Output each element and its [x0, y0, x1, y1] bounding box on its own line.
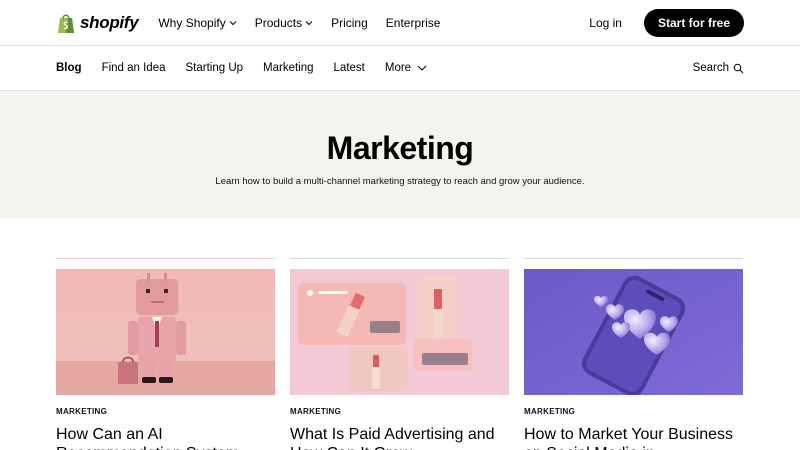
page-subtitle: Learn how to build a multi-channel marke… [215, 176, 585, 187]
chevron-down-icon [229, 20, 237, 25]
subnav-more-label: More [384, 62, 412, 74]
top-navigation: shopify Why Shopify Products Pricing Ent… [0, 0, 800, 46]
subnav-more[interactable]: More [385, 62, 427, 74]
subnav-latest[interactable]: Latest [334, 62, 365, 74]
header-actions: Log in Start for free [589, 8, 744, 37]
article-category: MARKETING [56, 407, 108, 416]
nav-products-label: Products [254, 15, 303, 30]
subnav-find-an-idea[interactable]: Find an Idea [102, 62, 166, 74]
article-grid: MARKETING How Can an AI Recommendation S… [0, 258, 800, 450]
logo-wordmark: shopify [80, 12, 139, 32]
article-category: MARKETING [524, 407, 576, 416]
chevron-down-icon [305, 20, 313, 25]
page-title: Marketing [326, 130, 474, 166]
article-title[interactable]: How Can an AI Recommendation System [56, 425, 275, 450]
category-hero: Marketing Learn how to build a multi-cha… [0, 91, 800, 218]
article-image-phone-hearts[interactable] [524, 269, 743, 395]
nav-enterprise-label: Enterprise [385, 15, 441, 30]
article-title[interactable]: What Is Paid Advertising and How Can It … [290, 425, 509, 450]
article-card[interactable]: MARKETING How Can an AI Recommendation S… [56, 258, 275, 450]
shopify-bag-icon [56, 12, 76, 34]
search-icon [733, 63, 744, 73]
article-category: MARKETING [290, 407, 342, 416]
article-title[interactable]: How to Market Your Business on Social Me… [524, 425, 743, 450]
chevron-down-icon [417, 65, 427, 71]
nav-why-shopify[interactable]: Why Shopify [158, 15, 237, 30]
shopify-logo[interactable]: shopify [56, 12, 139, 34]
subnav-starting-up[interactable]: Starting Up [186, 62, 244, 74]
article-card[interactable]: MARKETING How to Market Your Business on… [524, 258, 743, 450]
search-label: Search [692, 62, 729, 74]
nav-pricing-label: Pricing [331, 15, 368, 30]
nav-why-shopify-label: Why Shopify [158, 15, 226, 30]
blog-subnav: Blog Find an Idea Starting Up Marketing … [0, 46, 800, 91]
login-link[interactable]: Log in [589, 16, 622, 30]
article-image-lipstick[interactable] [290, 269, 509, 395]
article-image-robot[interactable] [56, 269, 275, 395]
nav-enterprise[interactable]: Enterprise [386, 16, 441, 30]
article-card[interactable]: MARKETING What Is Paid Advertising and H… [290, 258, 509, 450]
primary-nav: Why Shopify Products Pricing Enterprise [158, 16, 458, 30]
search-button[interactable]: Search [693, 62, 744, 74]
start-for-free-button[interactable]: Start for free [643, 8, 744, 37]
nav-products[interactable]: Products [255, 16, 313, 30]
subnav-marketing[interactable]: Marketing [263, 62, 314, 74]
nav-pricing[interactable]: Pricing [331, 16, 368, 30]
subnav-blog[interactable]: Blog [56, 62, 82, 74]
